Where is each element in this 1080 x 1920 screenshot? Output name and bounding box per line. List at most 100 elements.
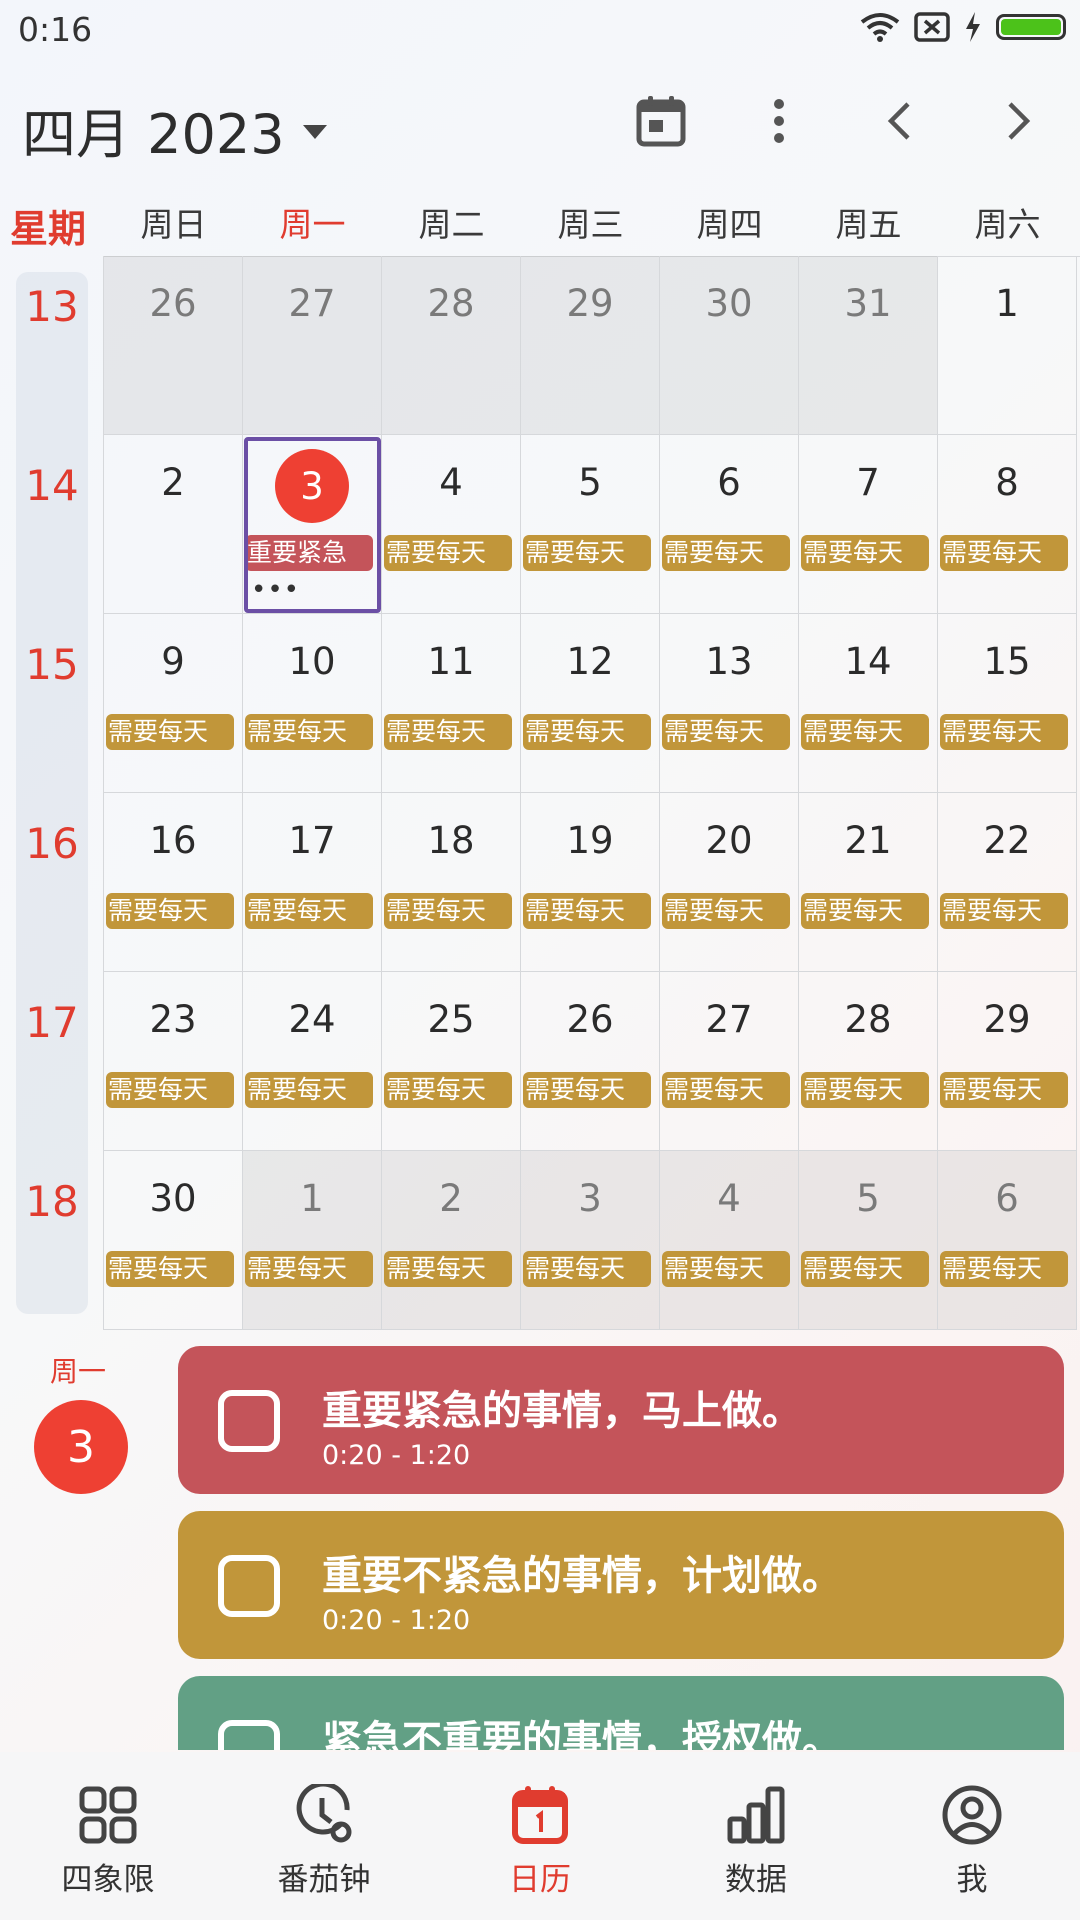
day-cell[interactable]: 24 需要每天 <box>243 972 382 1151</box>
event-tag[interactable]: 需要每天 <box>940 535 1068 571</box>
event-tag[interactable]: 需要每天 <box>801 1251 929 1287</box>
event-tag[interactable]: 需要每天 <box>940 1072 1068 1108</box>
day-cell[interactable]: 12 需要每天 <box>521 614 660 793</box>
day-cell[interactable]: 17 需要每天 <box>243 793 382 972</box>
day-cell[interactable]: 26 <box>104 256 243 435</box>
next-month-button[interactable] <box>986 88 1052 154</box>
calendar-today-icon <box>636 96 686 147</box>
event-tag[interactable]: 需要每天 <box>384 1251 512 1287</box>
event-tag[interactable]: 需要每天 <box>106 1251 234 1287</box>
event-tag[interactable]: 需要每天 <box>662 714 790 750</box>
task-card[interactable]: 重要不紧急的事情，计划做。 0:20 - 1:20 <box>178 1511 1064 1659</box>
day-cell[interactable]: 4 需要每天 <box>660 1151 799 1330</box>
event-tag[interactable]: 需要每天 <box>940 714 1068 750</box>
day-cell[interactable]: 5 需要每天 <box>799 1151 938 1330</box>
event-tag[interactable]: 需要每天 <box>801 535 929 571</box>
event-tag[interactable]: 需要每天 <box>940 893 1068 929</box>
day-cell[interactable]: 2 <box>104 435 243 614</box>
event-tag[interactable]: 需要每天 <box>106 714 234 750</box>
event-tag[interactable]: 需要每天 <box>940 1251 1068 1287</box>
day-cell[interactable]: 22 需要每天 <box>938 793 1077 972</box>
task-card[interactable]: 重要紧急的事情，马上做。 0:20 - 1:20 <box>178 1346 1064 1494</box>
user-icon <box>939 1782 1005 1848</box>
day-cell[interactable]: 20 需要每天 <box>660 793 799 972</box>
today-calendar-button[interactable] <box>628 88 694 154</box>
event-tag[interactable]: 需要每天 <box>662 893 790 929</box>
day-cell[interactable]: 9 需要每天 <box>104 614 243 793</box>
event-tag[interactable]: 需要每天 <box>384 714 512 750</box>
task-card[interactable]: 紧急不重要的事情，授权做。 <box>178 1676 1064 1750</box>
day-cell[interactable]: 2 需要每天 <box>382 1151 521 1330</box>
calendar-header: 四月 2023 <box>0 70 1080 170</box>
day-cell[interactable]: 13 需要每天 <box>660 614 799 793</box>
day-cell[interactable]: 27 需要每天 <box>660 972 799 1151</box>
day-cell[interactable]: 8 需要每天 <box>938 435 1077 614</box>
event-tag[interactable]: 需要每天 <box>523 535 651 571</box>
task-checkbox[interactable] <box>218 1390 280 1452</box>
event-tag[interactable]: 需要每天 <box>384 535 512 571</box>
day-cell[interactable]: 31 <box>799 256 938 435</box>
day-cell[interactable]: 3 需要每天 <box>521 1151 660 1330</box>
nav-item[interactable]: 番茄钟 <box>216 1782 432 1899</box>
day-cell[interactable]: 19 需要每天 <box>521 793 660 972</box>
day-cell[interactable]: 6 需要每天 <box>938 1151 1077 1330</box>
event-tag[interactable]: 需要每天 <box>245 1251 373 1287</box>
day-cell[interactable]: 29 需要每天 <box>938 972 1077 1151</box>
task-checkbox[interactable] <box>218 1720 280 1750</box>
day-number: 6 <box>995 1177 1019 1220</box>
event-tag[interactable]: 需要每天 <box>523 1251 651 1287</box>
event-tag[interactable]: 需要每天 <box>384 893 512 929</box>
day-cell[interactable]: 14 需要每天 <box>799 614 938 793</box>
prev-month-button[interactable] <box>866 88 932 154</box>
event-tag[interactable]: 需要每天 <box>384 1072 512 1108</box>
event-tag[interactable]: 需要每天 <box>106 893 234 929</box>
event-tag[interactable]: 需要每天 <box>662 1072 790 1108</box>
event-tag[interactable]: 需要每天 <box>245 893 373 929</box>
chart-icon <box>723 1782 789 1848</box>
day-cell[interactable]: 30 需要每天 <box>104 1151 243 1330</box>
task-checkbox[interactable] <box>218 1555 280 1617</box>
nav-item[interactable]: 日历 <box>432 1782 648 1899</box>
event-tag[interactable]: 需要每天 <box>801 714 929 750</box>
day-cell[interactable]: 23 需要每天 <box>104 972 243 1151</box>
event-tag[interactable]: 需要每天 <box>245 714 373 750</box>
day-cell[interactable]: 21 需要每天 <box>799 793 938 972</box>
day-cell[interactable]: 15 需要每天 <box>938 614 1077 793</box>
day-cell[interactable]: 4 需要每天 <box>382 435 521 614</box>
day-cell[interactable]: 26 需要每天 <box>521 972 660 1151</box>
event-tag[interactable]: 需要每天 <box>106 1072 234 1108</box>
day-cell[interactable]: 25 需要每天 <box>382 972 521 1151</box>
day-cell[interactable]: 10 需要每天 <box>243 614 382 793</box>
day-number: 8 <box>995 461 1019 504</box>
event-tag[interactable]: 需要每天 <box>523 714 651 750</box>
day-cell[interactable]: 1 需要每天 <box>243 1151 382 1330</box>
week-number: 14 <box>25 461 79 510</box>
day-cell[interactable]: 6 需要每天 <box>660 435 799 614</box>
more-options-button[interactable] <box>746 88 812 154</box>
day-cell[interactable]: 28 <box>382 256 521 435</box>
event-tag[interactable]: 需要每天 <box>523 1072 651 1108</box>
charging-icon <box>966 12 980 42</box>
day-cell[interactable]: 7 需要每天 <box>799 435 938 614</box>
day-cell[interactable]: 11 需要每天 <box>382 614 521 793</box>
day-cell[interactable]: 5 需要每天 <box>521 435 660 614</box>
event-tag[interactable]: 需要每天 <box>801 1072 929 1108</box>
day-cell[interactable]: 1 <box>938 256 1077 435</box>
nav-item[interactable]: 我 <box>864 1782 1080 1899</box>
day-cell[interactable]: 16 需要每天 <box>104 793 243 972</box>
event-tag[interactable]: 需要每天 <box>662 535 790 571</box>
day-cell[interactable]: 29 <box>521 256 660 435</box>
weekday-label: 周五 <box>835 205 902 244</box>
day-cell[interactable]: 28 需要每天 <box>799 972 938 1151</box>
event-tag[interactable]: 需要每天 <box>662 1251 790 1287</box>
event-tag[interactable]: 需要每天 <box>523 893 651 929</box>
day-cell[interactable]: 27 <box>243 256 382 435</box>
weekday-label: 周三 <box>557 205 624 244</box>
nav-item[interactable]: 数据 <box>648 1782 864 1899</box>
day-cell[interactable]: 18 需要每天 <box>382 793 521 972</box>
event-tag[interactable]: 需要每天 <box>245 1072 373 1108</box>
nav-item[interactable]: 四象限 <box>0 1782 216 1899</box>
month-selector[interactable]: 四月 2023 <box>22 90 327 169</box>
day-cell[interactable]: 30 <box>660 256 799 435</box>
event-tag[interactable]: 需要每天 <box>801 893 929 929</box>
